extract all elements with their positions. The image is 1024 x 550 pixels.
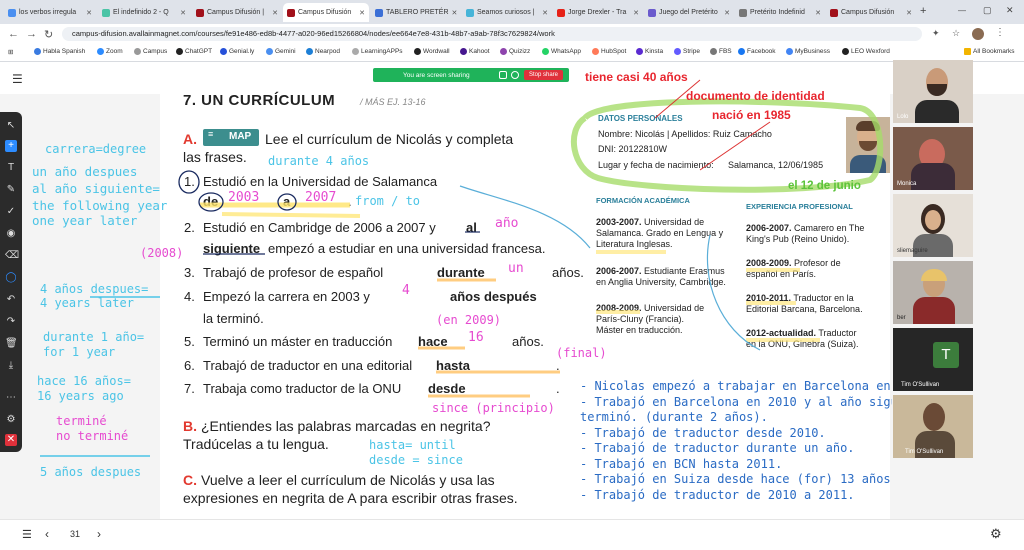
add-icon[interactable]: +: [5, 140, 17, 152]
stop-share-button[interactable]: Stop share: [523, 70, 563, 80]
video-tile[interactable]: sliemaguire: [893, 194, 973, 257]
typed-answer-line: terminó. (durante 2 años).: [580, 410, 768, 424]
save-icon[interactable]: ⤓: [5, 360, 17, 372]
note-for-one: for 1 year: [43, 345, 116, 359]
note-cuarenta: tiene casi 40 años: [585, 70, 688, 84]
video-tile[interactable]: Tim O'Sullivan: [893, 395, 973, 458]
note-documento: documento de identidad: [686, 89, 825, 103]
close-toolbar-icon[interactable]: ✕: [5, 434, 17, 446]
prev-page-icon[interactable]: ‹: [45, 527, 49, 541]
clear-icon[interactable]: 🗑: [5, 338, 18, 350]
note-termine: terminé: [56, 414, 107, 428]
share-pause-icon[interactable]: [499, 71, 507, 79]
note-one-year: one year later: [32, 213, 138, 228]
note-2008: (2008): [140, 246, 184, 260]
video-tile[interactable]: ber: [893, 261, 973, 324]
typed-answer-line: - Trabajó en Barcelona en 2010 y al año …: [580, 394, 892, 409]
note-hace: hace 16 años=: [37, 374, 131, 388]
note-carrera: carrera=degree: [45, 142, 147, 156]
typed-answer-line: - Trabajó de traductor durante un año.: [580, 441, 855, 455]
settings-icon[interactable]: ⚙: [990, 526, 1002, 542]
typed-answers: - Nicolas empezó a trabajar en Barcelona…: [580, 379, 892, 503]
note-final: (final): [556, 346, 607, 360]
screen: { "browser": { "tabs": [ {"label": "los …: [0, 0, 1024, 550]
note-durante: durante 1 año=: [43, 330, 145, 344]
undo-icon[interactable]: ↶: [5, 294, 17, 306]
note-no-termine: no terminé: [56, 429, 129, 443]
note-since-principio: since (principio): [432, 401, 555, 415]
check-stamp-icon[interactable]: ✓: [5, 206, 17, 218]
share-settings-icon[interactable]: [511, 71, 519, 79]
typed-answer-line: - Trabajó en BCN hasta 2011.: [580, 456, 783, 471]
participant-initial: T: [933, 342, 959, 368]
note-sixteen: 16 years ago: [37, 389, 124, 403]
more-icon[interactable]: ⋯: [5, 392, 17, 404]
bottom-pager: ☰ ‹ 31 › ⚙: [0, 519, 1024, 550]
next-page-icon[interactable]: ›: [97, 527, 101, 541]
pointer-icon[interactable]: ↖: [5, 120, 17, 132]
video-tile[interactable]: Lolo: [893, 60, 973, 123]
thumbnails-icon[interactable]: ☰: [22, 528, 32, 541]
annotation-toolbar: ↖ + T ✎ ✓ ◉ ⌫ ◯ ↶ ↷ 🗑 ⤓ ⋯ ⚙ ✕: [0, 112, 22, 452]
note-al-anio: al año siguiente=: [32, 181, 160, 196]
typed-answer-line: - Nicolas empezó a trabajar en Barcelona…: [580, 379, 892, 393]
note-junio: el 12 de junio: [788, 180, 861, 192]
video-tile[interactable]: T Tim O'Sullivan: [893, 328, 973, 391]
typed-answer-line: - Trabajó de traductor de 2010 a 2011.: [580, 487, 855, 502]
note-cinco: 5 años despues: [40, 465, 142, 479]
note-nacio: nació en 1985: [712, 108, 791, 122]
spotlight-icon[interactable]: ◉: [5, 228, 17, 240]
note-un-anio: un año despues: [32, 164, 138, 179]
note-en2009: (en 2009): [436, 313, 502, 327]
pen-icon[interactable]: ✎: [5, 184, 17, 196]
settings-icon[interactable]: ⚙: [5, 414, 17, 426]
note-from-to: from / to: [355, 194, 421, 208]
redo-icon[interactable]: ↷: [5, 316, 17, 328]
color-icon[interactable]: ◯: [5, 272, 17, 284]
video-tile[interactable]: Monica: [893, 127, 973, 190]
text-tool-icon[interactable]: T: [5, 162, 17, 174]
typed-answer-line: - Trabajó en Suiza desde hace (for) 13 a…: [580, 472, 892, 486]
note-hasta-until: hasta= until: [369, 438, 456, 452]
note-desde-since: desde = since: [369, 453, 463, 467]
screen-share-bar: You are screen sharing Stop share: [373, 68, 569, 82]
note-cuatro-anios: 4 años despues=: [40, 282, 149, 296]
page-number: 31: [70, 529, 81, 539]
typed-answer-line: - Trabajó de traductor desde 2010.: [580, 425, 826, 440]
note-four-years: 4 years later: [40, 296, 134, 310]
note-following: the following year: [32, 198, 168, 213]
note-durante4: durante 4 años: [268, 154, 370, 168]
eraser-icon[interactable]: ⌫: [5, 250, 19, 262]
